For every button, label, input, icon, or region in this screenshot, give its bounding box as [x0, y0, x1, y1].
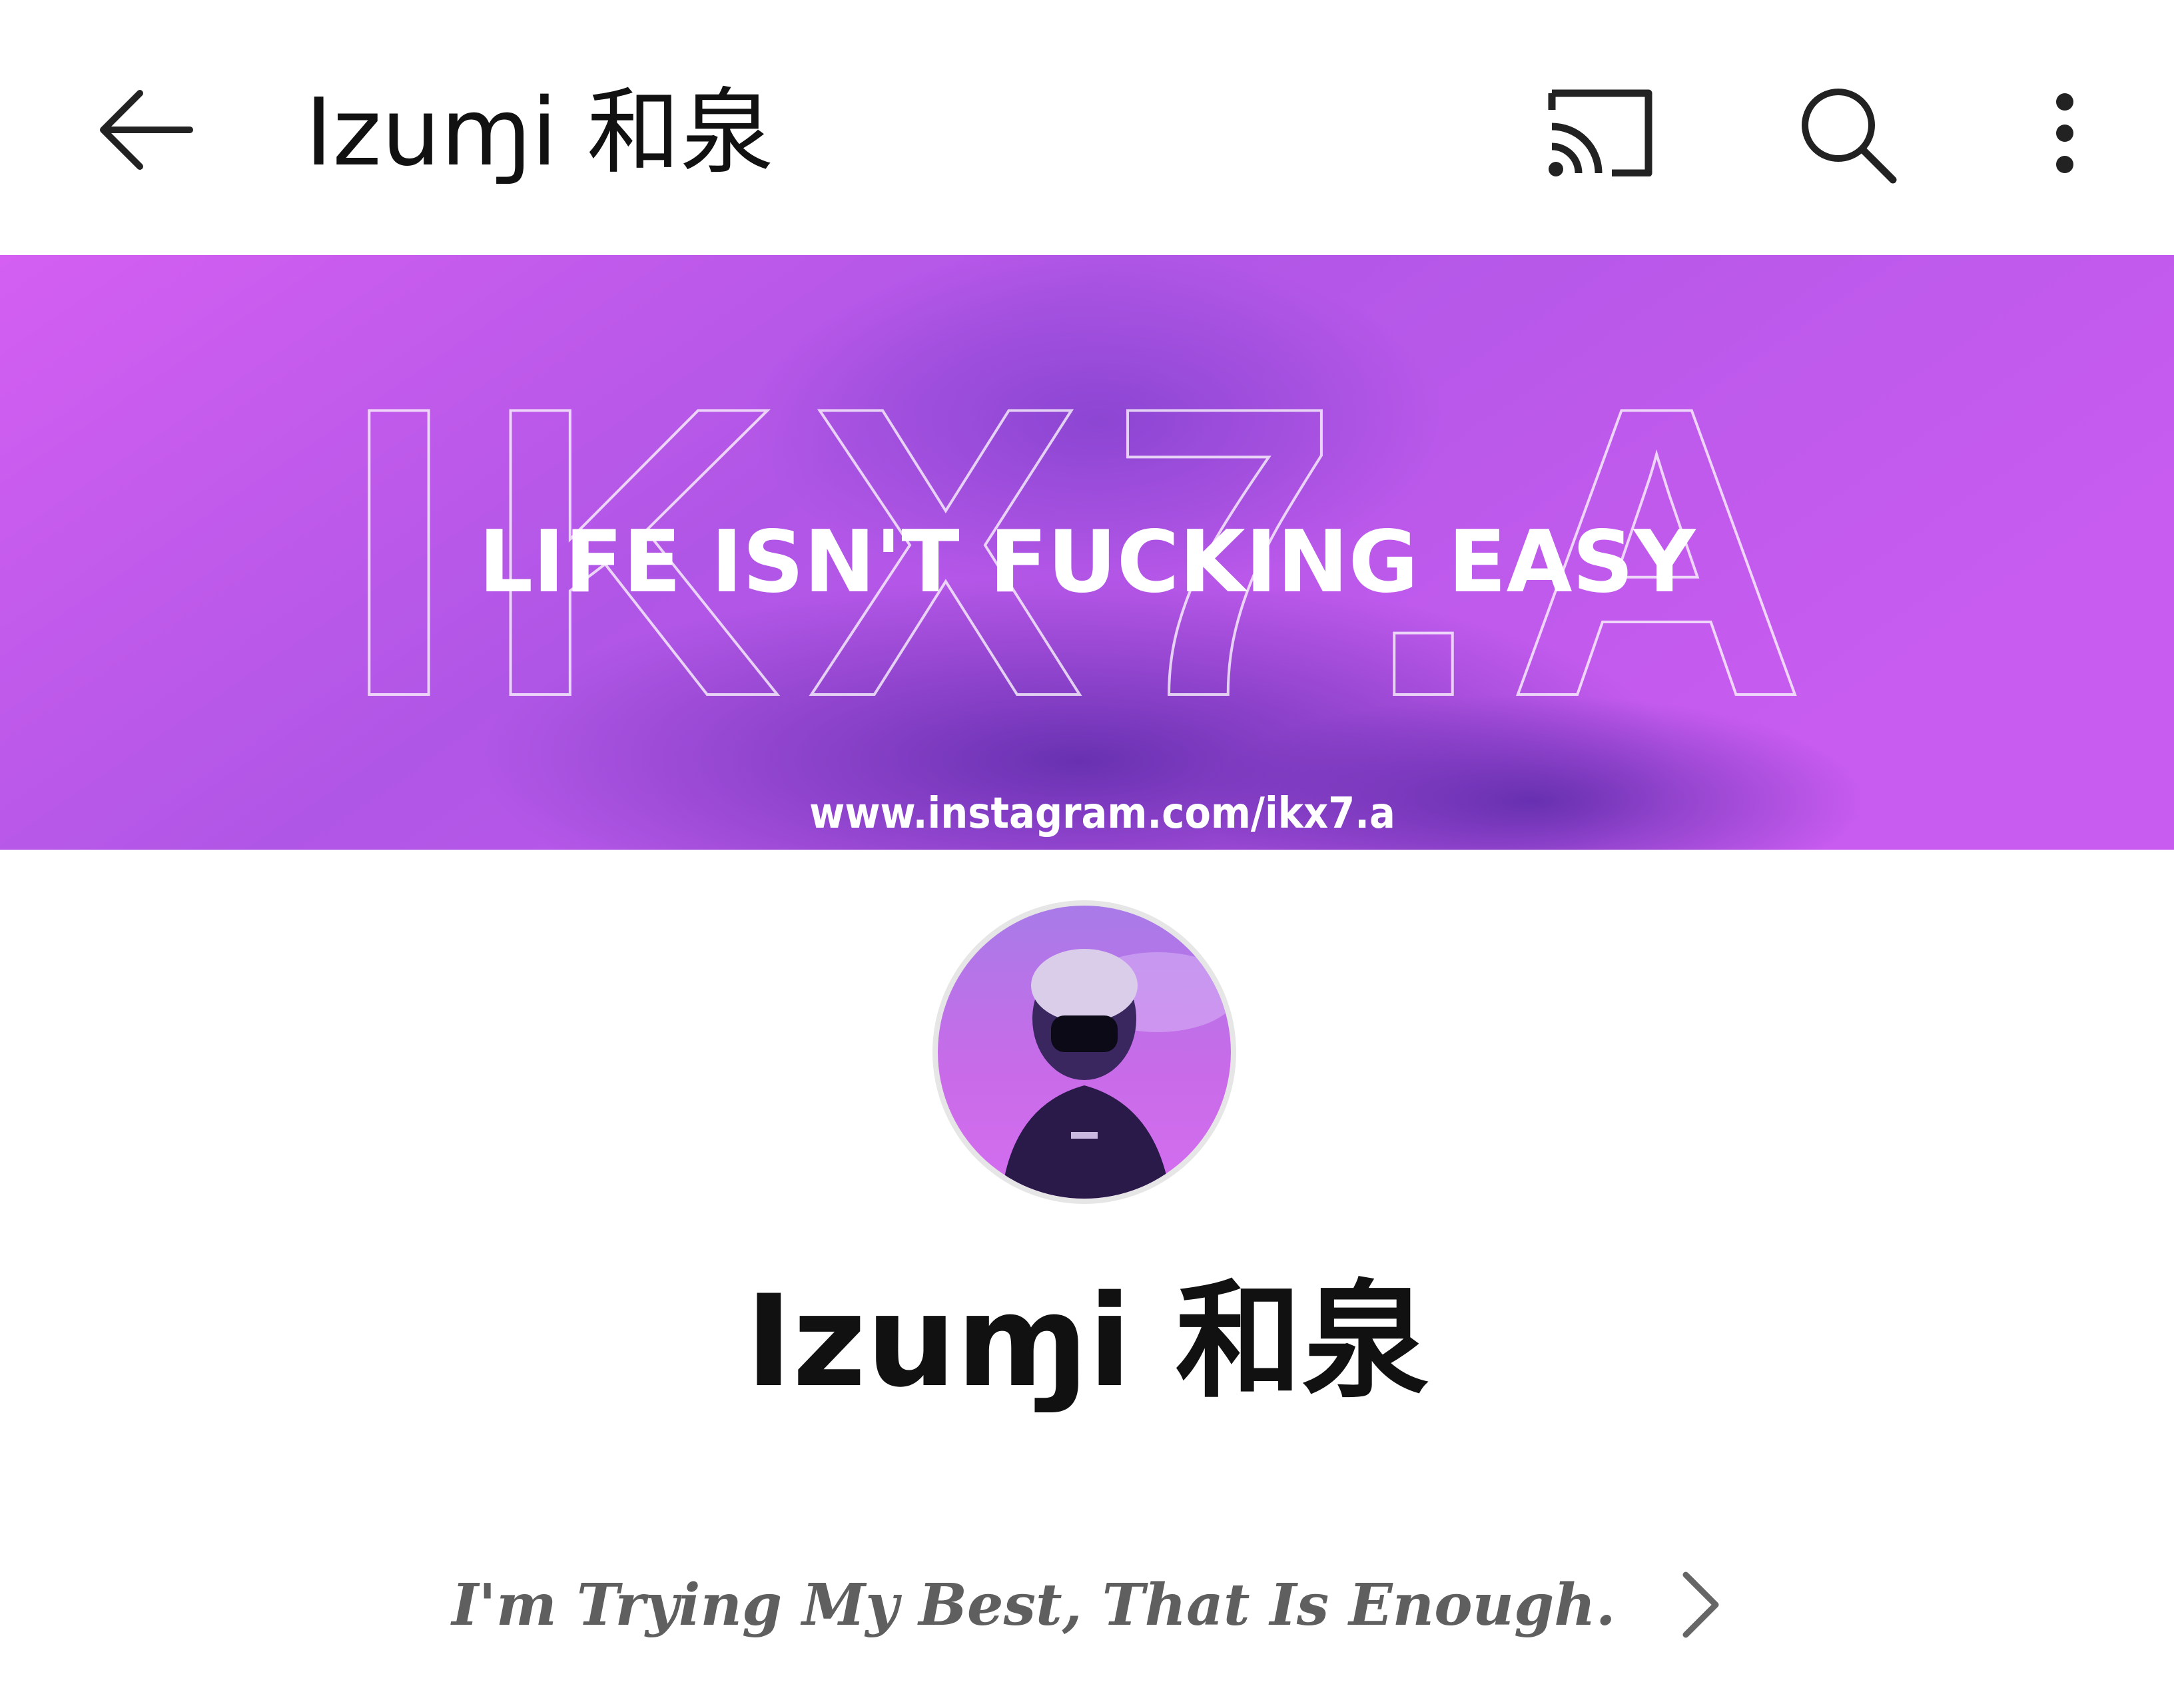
more-vertical-icon[interactable] [2045, 90, 2085, 176]
search-icon[interactable] [1798, 85, 1898, 185]
chevron-right-icon[interactable] [1676, 1568, 1722, 1641]
channel-tagline: I'm Trying My Best, That Is Enough. [452, 1571, 1616, 1639]
channel-description-row[interactable]: I'm Trying My Best, That Is Enough. [0, 1558, 2174, 1651]
channel-name: Izuɱi 和泉 [745, 1268, 1429, 1415]
top-app-bar: Izuɱi 和泉 [0, 0, 2174, 255]
channel-banner: IKX7.A LIFE ISN'T FUCKING EASY www.insta… [0, 255, 2174, 850]
banner-url: www.instagram.com/ikx7.a [809, 789, 1395, 838]
banner-headline: LIFE ISN'T FUCKING EASY [479, 513, 1696, 612]
avatar-image [938, 906, 1231, 1199]
page-title: Izuɱi 和泉 [305, 79, 774, 187]
arrow-left-icon[interactable] [93, 87, 193, 173]
cast-icon[interactable] [1545, 87, 1655, 176]
channel-avatar[interactable] [938, 906, 1231, 1199]
